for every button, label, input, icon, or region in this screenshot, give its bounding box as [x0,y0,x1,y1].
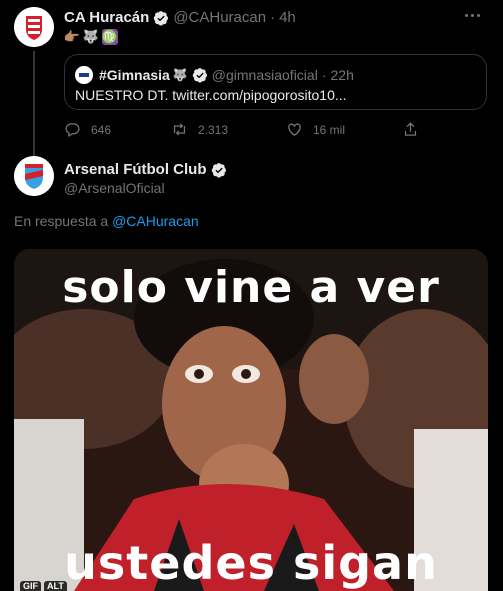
tweet-text: 👉🏽 🐺 ♍ [64,29,118,45]
quoted-header: #Gimnasia 🐺 @gimnasiaoficial · 22h [99,67,354,83]
tweet2-header: Arsenal Fútbol Club [64,161,231,178]
retweet-button[interactable]: 2.313 [171,121,228,138]
gif-caption-bottom: ustedes sigan [64,536,438,590]
author-name[interactable]: CA Huracán [64,9,149,26]
thread-line [33,51,35,157]
retweet-icon [173,123,186,136]
reply-count: 646 [91,122,112,137]
verified-icon [211,162,226,178]
author-handle[interactable]: @ArsenalOficial [64,180,165,196]
reply-button[interactable]: 646 [64,121,111,138]
tweet-huracan[interactable]: CA Huracán @CAHuracan · 4h 👉🏽 🐺 ♍ #Gimna… [0,0,503,157]
virgo-emoji: ♍ [101,29,119,45]
tweet-time[interactable]: 4h [279,9,296,26]
like-button[interactable]: 16 mil [286,121,345,138]
quoted-text[interactable]: NUESTRO DT. twitter.com/pipogorosito10..… [75,87,347,103]
author-handle[interactable]: @CAHuracan [173,9,266,26]
tweet-header: CA Huracán @CAHuracan · 4h [64,9,296,26]
verified-icon [154,10,169,26]
quoted-tweet[interactable]: #Gimnasia 🐺 @gimnasiaoficial · 22h NUEST… [64,54,487,110]
tweet-actions: 646 2.313 16 mil [64,121,424,141]
separator-dot: · [321,67,327,83]
arsenal-avatar[interactable] [14,156,54,196]
quoted-author-name[interactable]: #Gimnasia [99,67,170,83]
pointing-hand-emoji: 👉🏽 [63,29,81,44]
gif-media[interactable]: solo vine a ver ustedes sigan GIF ALT [14,249,488,591]
heart-icon [288,123,301,136]
reply-mention-link[interactable]: @CAHuracan [112,213,199,229]
huracan-avatar[interactable] [14,7,54,47]
verified-icon [192,68,207,83]
reply-icon [65,123,80,138]
separator-dot: · [270,9,276,26]
more-options-icon[interactable] [465,10,485,20]
gif-caption-top: solo vine a ver [62,262,440,313]
reply-prefix: En respuesta a [14,213,109,229]
retweet-count: 2.313 [198,122,229,137]
quoted-time[interactable]: 22h [331,67,354,83]
author-name[interactable]: Arsenal Fútbol Club [64,161,207,178]
like-count: 16 mil [313,122,346,137]
quoted-name-emoji: 🐺 [172,68,188,82]
reply-context: En respuesta a @CAHuracan [14,213,199,229]
gif-badge: GIF [20,581,41,591]
share-button[interactable] [402,121,429,138]
quoted-author-handle[interactable]: @gimnasiaoficial [212,67,318,83]
share-icon [404,122,417,136]
alt-badge[interactable]: ALT [44,581,67,591]
wolf-emoji: 🐺 [82,29,100,44]
gimnasia-avatar[interactable] [75,66,93,84]
